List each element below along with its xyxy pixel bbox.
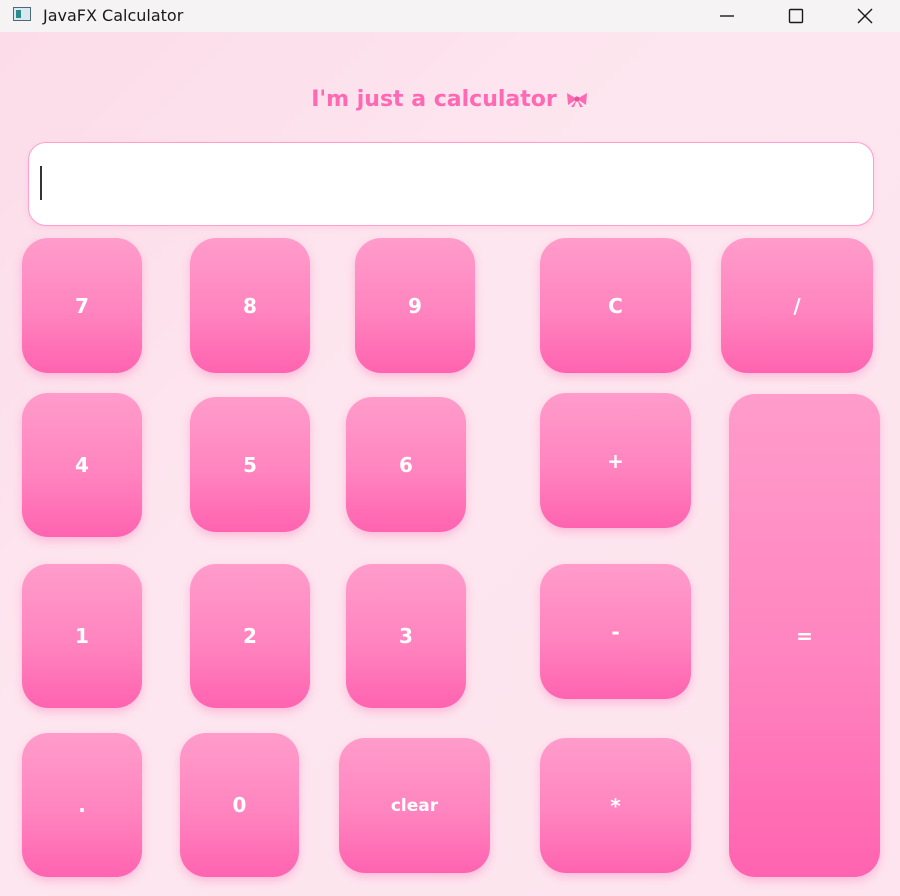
key-dot[interactable]: . — [22, 733, 142, 877]
key-clear[interactable]: clear — [339, 738, 490, 873]
key-6[interactable]: 6 — [346, 397, 466, 532]
key-minus[interactable]: - — [540, 564, 691, 699]
key-2[interactable]: 2 — [190, 564, 310, 708]
maximize-icon[interactable] — [773, 0, 819, 32]
key-0[interactable]: 0 — [180, 733, 299, 877]
minimize-icon[interactable] — [704, 0, 750, 32]
key-divide[interactable]: / — [721, 238, 873, 373]
heading: I'm just a calculator — [0, 87, 900, 114]
ribbon-bow-icon — [565, 89, 589, 114]
key-7[interactable]: 7 — [22, 238, 142, 373]
key-3[interactable]: 3 — [346, 564, 466, 708]
heading-text: I'm just a calculator — [311, 87, 557, 112]
window-titlebar: JavaFX Calculator — [0, 0, 900, 32]
window-title: JavaFX Calculator — [43, 6, 184, 25]
key-9[interactable]: 9 — [355, 238, 475, 373]
close-icon[interactable] — [842, 0, 888, 32]
calculator-body: I'm just a calculator 7 8 9 C / 4 5 6 + … — [0, 32, 900, 896]
key-equals[interactable]: = — [729, 394, 880, 877]
key-c[interactable]: C — [540, 238, 691, 373]
key-1[interactable]: 1 — [22, 564, 142, 708]
key-8[interactable]: 8 — [190, 238, 310, 373]
key-5[interactable]: 5 — [190, 397, 310, 532]
text-caret — [40, 166, 42, 200]
key-plus[interactable]: + — [540, 393, 691, 528]
key-4[interactable]: 4 — [22, 393, 142, 537]
app-icon — [13, 7, 31, 21]
key-multiply[interactable]: * — [540, 738, 691, 873]
display-input[interactable] — [28, 142, 874, 226]
